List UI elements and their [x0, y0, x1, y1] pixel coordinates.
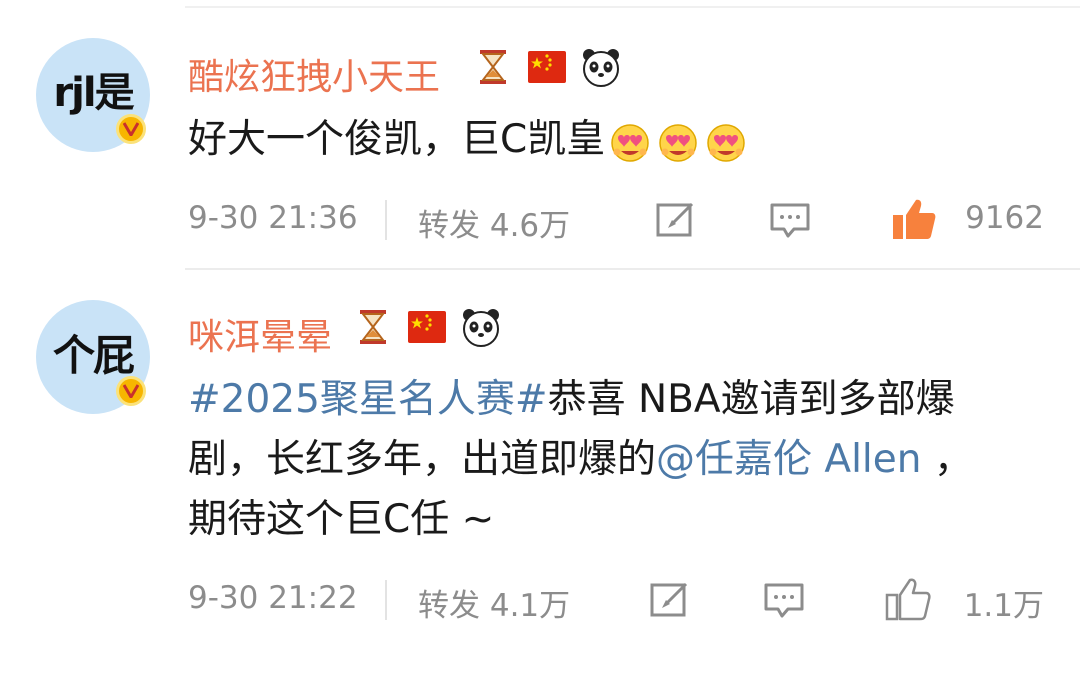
meta-divider: [385, 200, 387, 240]
thumbs-up-icon[interactable]: [890, 196, 938, 242]
thumbs-up-icon[interactable]: [884, 576, 932, 622]
heart-eyes-emoji-icon: [611, 123, 649, 162]
comment-meta: 9-30 21:22 转发 4.1万 1.1万: [188, 576, 1080, 624]
username[interactable]: 咪洱晕晕: [188, 308, 332, 360]
hourglass-icon[interactable]: [472, 46, 514, 88]
comment-meta: 9-30 21:36 转发 4.6万 9162: [188, 196, 1080, 244]
comment-icon[interactable]: [762, 580, 806, 620]
emoji-group: [609, 121, 747, 163]
comment-body: 好大一个俊凯，巨C凯皇: [188, 117, 606, 162]
panda-icon[interactable]: [460, 306, 502, 348]
hourglass-icon[interactable]: [352, 306, 394, 348]
timestamp: 9-30 21:36: [188, 200, 358, 236]
verified-v-icon: [116, 114, 146, 144]
meta-divider: [385, 580, 387, 620]
like-count: 1.1万: [963, 588, 1044, 624]
mention-link[interactable]: @任嘉伦 Allen: [656, 437, 921, 482]
timestamp: 9-30 21:22: [188, 580, 358, 616]
avatar-text: rjl是: [53, 70, 134, 116]
avatar[interactable]: 个屁: [36, 300, 150, 414]
edit-share-icon[interactable]: [648, 580, 692, 620]
china-flag-icon[interactable]: [526, 46, 568, 88]
heart-eyes-emoji-icon: [659, 123, 697, 162]
repost-button[interactable]: 转发 4.6万: [418, 200, 570, 245]
like-count: 9162: [965, 200, 1044, 236]
comment-text: 好大一个俊凯，巨C凯皇: [188, 110, 1008, 170]
topic-link[interactable]: #2025聚星名人赛#: [188, 377, 548, 422]
avatar[interactable]: rjl是: [36, 38, 150, 152]
edit-share-icon[interactable]: [654, 200, 698, 240]
avatar-text: 个屁: [52, 331, 135, 380]
user-badges: [352, 306, 502, 348]
comment-item: rjl是 酷炫狂拽小天王 好大一个俊凯，巨C凯皇 9-30 21:36 转发 4…: [0, 0, 1080, 268]
user-badges: [472, 46, 622, 88]
heart-eyes-emoji-icon: [707, 123, 745, 162]
comment-icon[interactable]: [768, 200, 812, 240]
comment-text: #2025聚星名人赛#恭喜 NBA邀请到多部爆剧，长红多年，出道即爆的@任嘉伦 …: [188, 370, 988, 550]
comment-item: 个屁 咪洱晕晕 #2025聚星名人赛#恭喜 NBA邀请到多部爆剧，长红多年，出道…: [0, 268, 1080, 675]
panda-icon[interactable]: [580, 46, 622, 88]
verified-v-icon: [116, 376, 146, 406]
username[interactable]: 酷炫狂拽小天王: [188, 48, 440, 100]
repost-button[interactable]: 转发 4.1万: [418, 580, 570, 625]
china-flag-icon[interactable]: [406, 306, 448, 348]
